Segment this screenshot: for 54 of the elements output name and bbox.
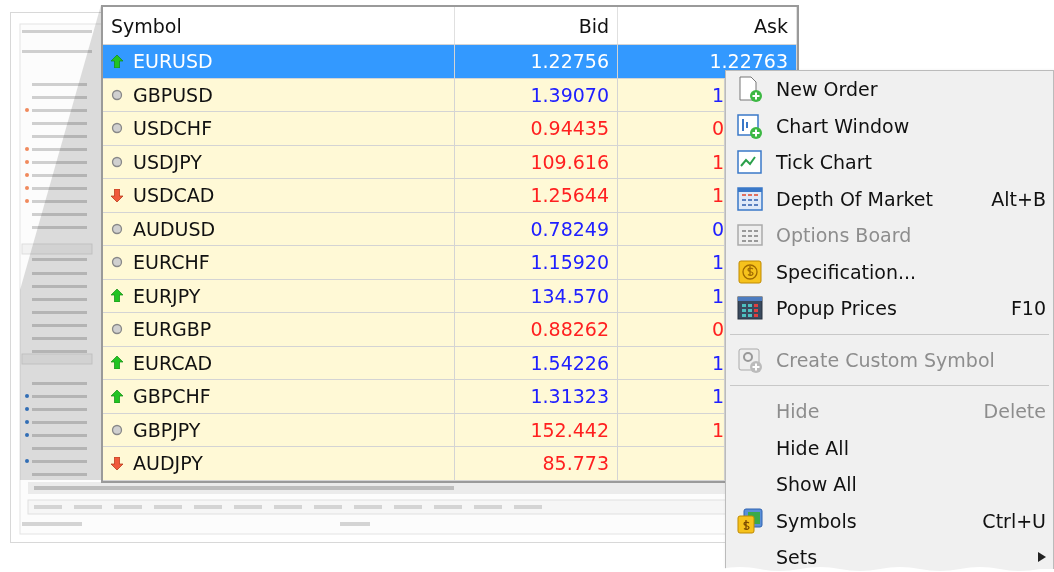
price-cell[interactable]: 0 [618, 212, 725, 245]
price-cell[interactable]: 0.78249 [455, 212, 618, 245]
menu-item[interactable]: Show All [726, 466, 1053, 503]
price-cell[interactable]: 134.570 [455, 279, 618, 312]
price-cell[interactable] [618, 447, 725, 480]
grid-table-icon [736, 184, 764, 213]
price-cell[interactable]: 109.616 [455, 145, 618, 178]
symbol-cell: EURGBP [133, 318, 212, 341]
price-cell[interactable]: 1.31323 [455, 380, 618, 413]
price-cell[interactable]: 1 [618, 279, 725, 312]
price-cell[interactable]: 85.773 [455, 447, 618, 480]
symbol-cell: USDCAD [133, 184, 215, 207]
menu-item[interactable]: Specification... [726, 253, 1053, 290]
symbol-cell: EURJPY [133, 284, 201, 307]
price-cell[interactable]: 1 [618, 346, 725, 379]
symbol-cell: GBPUSD [133, 83, 213, 106]
menu-item[interactable]: Symbols Ctrl+U [726, 502, 1053, 539]
price-cell[interactable]: 1.25644 [455, 179, 618, 212]
price-cell[interactable]: 0 [618, 313, 725, 346]
menu-item[interactable]: Depth Of Market Alt+B [726, 180, 1053, 217]
symbols-icon [736, 506, 764, 535]
price-cell[interactable]: 0.88262 [455, 313, 618, 346]
price-cell[interactable]: 1 [618, 145, 725, 178]
symbol-cell: EURCHF [133, 251, 210, 274]
price-cell[interactable]: 0 [618, 112, 725, 145]
price-cell[interactable]: 152.442 [455, 413, 618, 446]
symbol-cell: GBPCHF [133, 385, 211, 408]
price-cell[interactable]: 1.54226 [455, 346, 618, 379]
menu-item[interactable]: Hide All [726, 429, 1053, 466]
price-cell[interactable]: 1 [618, 179, 725, 212]
chart-window-icon [736, 111, 764, 140]
price-cell[interactable]: 1 [618, 380, 725, 413]
symbol-cell: AUDUSD [133, 217, 216, 240]
price-cell[interactable]: 1.39070 [455, 78, 618, 111]
symbol-cell: AUDJPY [133, 452, 203, 475]
price-cell[interactable]: 1 [618, 413, 725, 446]
symbol-cell: GBPJPY [133, 418, 201, 441]
price-cell[interactable]: 1 [618, 246, 725, 279]
document-plus-icon [736, 75, 764, 104]
menu-item[interactable]: Chart Window [726, 107, 1053, 144]
symbol-cell: EURUSD [133, 50, 213, 73]
dollar-card-icon [736, 257, 764, 286]
symbol-cell: USDCHF [133, 117, 213, 140]
price-cell[interactable]: 1 [618, 78, 725, 111]
line-chart-icon [736, 148, 764, 177]
gear-plus-icon [736, 345, 764, 374]
price-cell[interactable]: 0.94435 [455, 112, 618, 145]
menu-item[interactable]: Tick Chart [726, 144, 1053, 181]
menu-item[interactable]: Sets [726, 539, 1053, 572]
symbol-cell: EURCAD [133, 351, 213, 374]
symbol-cell: USDJPY [133, 150, 202, 173]
menu-item[interactable]: Popup Prices F10 [726, 290, 1053, 327]
price-board-icon [736, 294, 764, 323]
price-cell[interactable]: 1.15920 [455, 246, 618, 279]
